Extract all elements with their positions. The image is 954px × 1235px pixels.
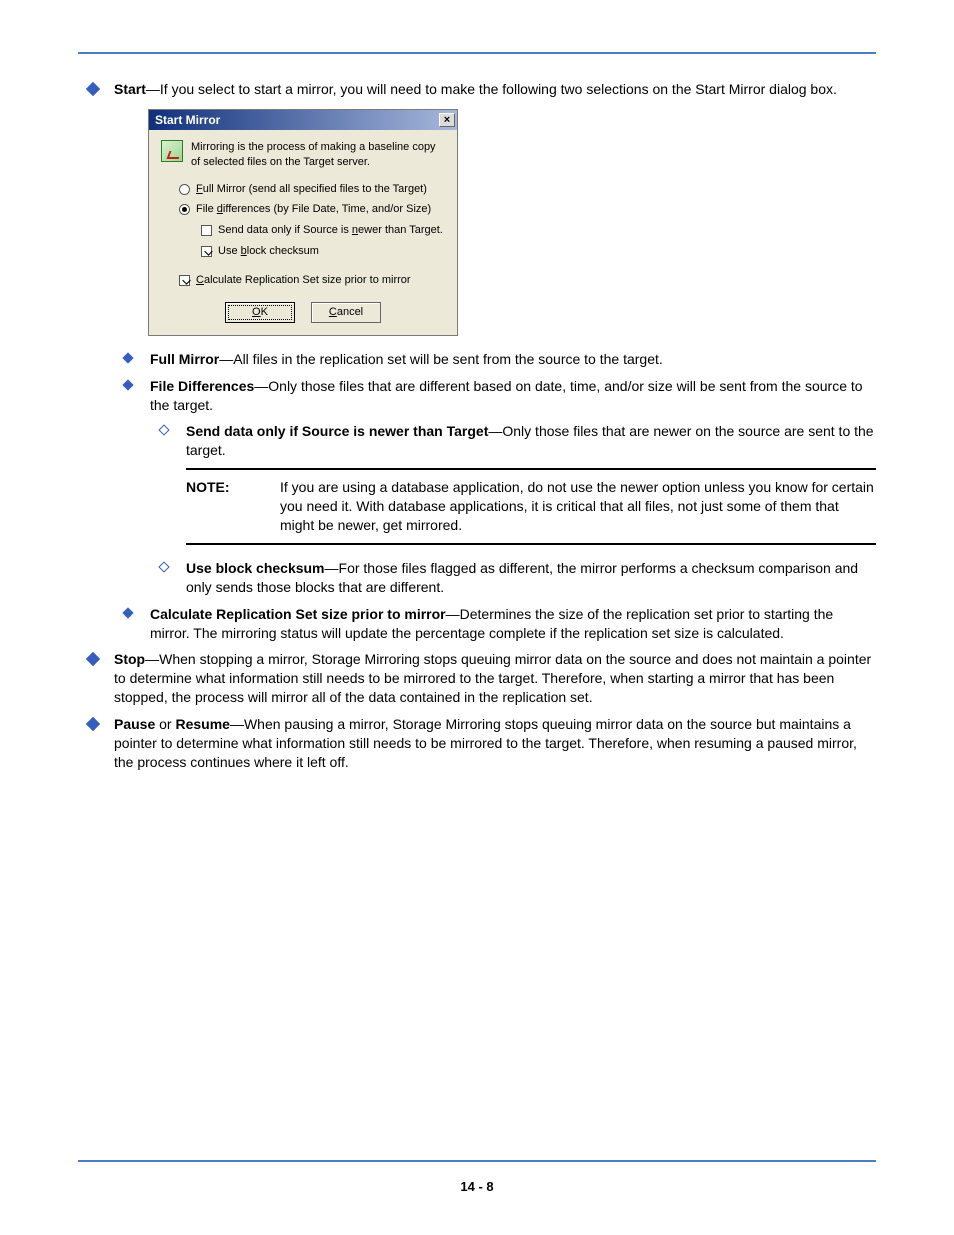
diamond-icon (122, 352, 133, 363)
bottom-rule (78, 1160, 876, 1162)
close-icon[interactable]: × (439, 113, 455, 127)
dialog-title: Start Mirror (155, 112, 220, 128)
chk-calc-label: Calculate Replication Set size prior to … (196, 273, 411, 288)
checkbox-block-checksum[interactable]: Use block checksum (201, 244, 445, 259)
checkbox-icon (201, 225, 212, 236)
mirror-icon (161, 140, 183, 162)
pause-or: or (155, 716, 175, 732)
page-content: Start—If you select to start a mirror, y… (78, 52, 876, 780)
radio-diff-label: File differences (by File Date, Time, an… (196, 202, 431, 217)
checkbox-icon (201, 246, 212, 257)
calc-size-label: Calculate Replication Set size prior to … (150, 606, 446, 622)
level3-list: Send data only if Source is newer than T… (150, 422, 876, 596)
send-newer-label: Send data only if Source is newer than T… (186, 423, 488, 439)
item-full-mirror: Full Mirror—All files in the replication… (114, 350, 876, 369)
full-mirror-text: —All files in the replication set will b… (219, 351, 663, 367)
page-number: 14 - 8 (0, 1178, 954, 1196)
note-block: NOTE: If you are using a database applic… (186, 468, 876, 545)
radio-full-mirror[interactable]: Full Mirror (send all specified files to… (179, 182, 445, 197)
start-label: Start (114, 81, 146, 97)
file-diff-text: —Only those files that are different bas… (150, 378, 863, 413)
stop-label: Stop (114, 651, 145, 667)
diamond-icon (86, 82, 100, 96)
dialog-intro: Mirroring is the process of making a bas… (191, 140, 445, 170)
chk-block-label: Use block checksum (218, 244, 319, 259)
block-checksum-label: Use block checksum (186, 560, 325, 576)
diamond-icon (86, 717, 100, 731)
start-text: —If you select to start a mirror, you wi… (146, 81, 837, 97)
item-start: Start—If you select to start a mirror, y… (78, 80, 876, 642)
item-file-differences: File Differences—Only those files that a… (114, 377, 876, 597)
diamond-icon (122, 607, 133, 618)
file-diff-label: File Differences (150, 378, 254, 394)
level1-list: Start—If you select to start a mirror, y… (78, 80, 876, 772)
pause-label: Pause (114, 716, 155, 732)
resume-label: Resume (175, 716, 229, 732)
radio-icon (179, 184, 190, 195)
radio-full-label: Full Mirror (send all specified files to… (196, 182, 427, 197)
stop-text: —When stopping a mirror, Storage Mirrori… (114, 651, 871, 705)
radio-icon (179, 204, 190, 215)
chk-newer-label: Send data only if Source is newer than T… (218, 223, 443, 238)
checkbox-icon (179, 275, 190, 286)
item-block-checksum: Use block checksum—For those files flagg… (150, 559, 876, 597)
diamond-icon (158, 425, 169, 436)
item-send-newer: Send data only if Source is newer than T… (150, 422, 876, 544)
item-pause-resume: Pause or Resume—When pausing a mirror, S… (78, 715, 876, 772)
note-text: If you are using a database application,… (280, 478, 876, 535)
diamond-icon (158, 561, 169, 572)
start-mirror-dialog: Start Mirror × Mirroring is the process … (148, 109, 458, 336)
ok-button[interactable]: OK (225, 302, 295, 323)
level2-list: Full Mirror—All files in the replication… (114, 350, 876, 643)
full-mirror-label: Full Mirror (150, 351, 219, 367)
dialog-body: Mirroring is the process of making a bas… (149, 130, 457, 335)
dialog-titlebar: Start Mirror × (149, 110, 457, 130)
cancel-button[interactable]: Cancel (311, 302, 381, 323)
diamond-icon (86, 652, 100, 666)
radio-file-differences[interactable]: File differences (by File Date, Time, an… (179, 202, 445, 217)
item-stop: Stop—When stopping a mirror, Storage Mir… (78, 650, 876, 707)
checkbox-newer[interactable]: Send data only if Source is newer than T… (201, 223, 445, 238)
diamond-icon (122, 379, 133, 390)
note-label: NOTE: (186, 478, 256, 535)
checkbox-calc-size[interactable]: Calculate Replication Set size prior to … (179, 273, 445, 288)
item-calc-size: Calculate Replication Set size prior to … (114, 605, 876, 643)
